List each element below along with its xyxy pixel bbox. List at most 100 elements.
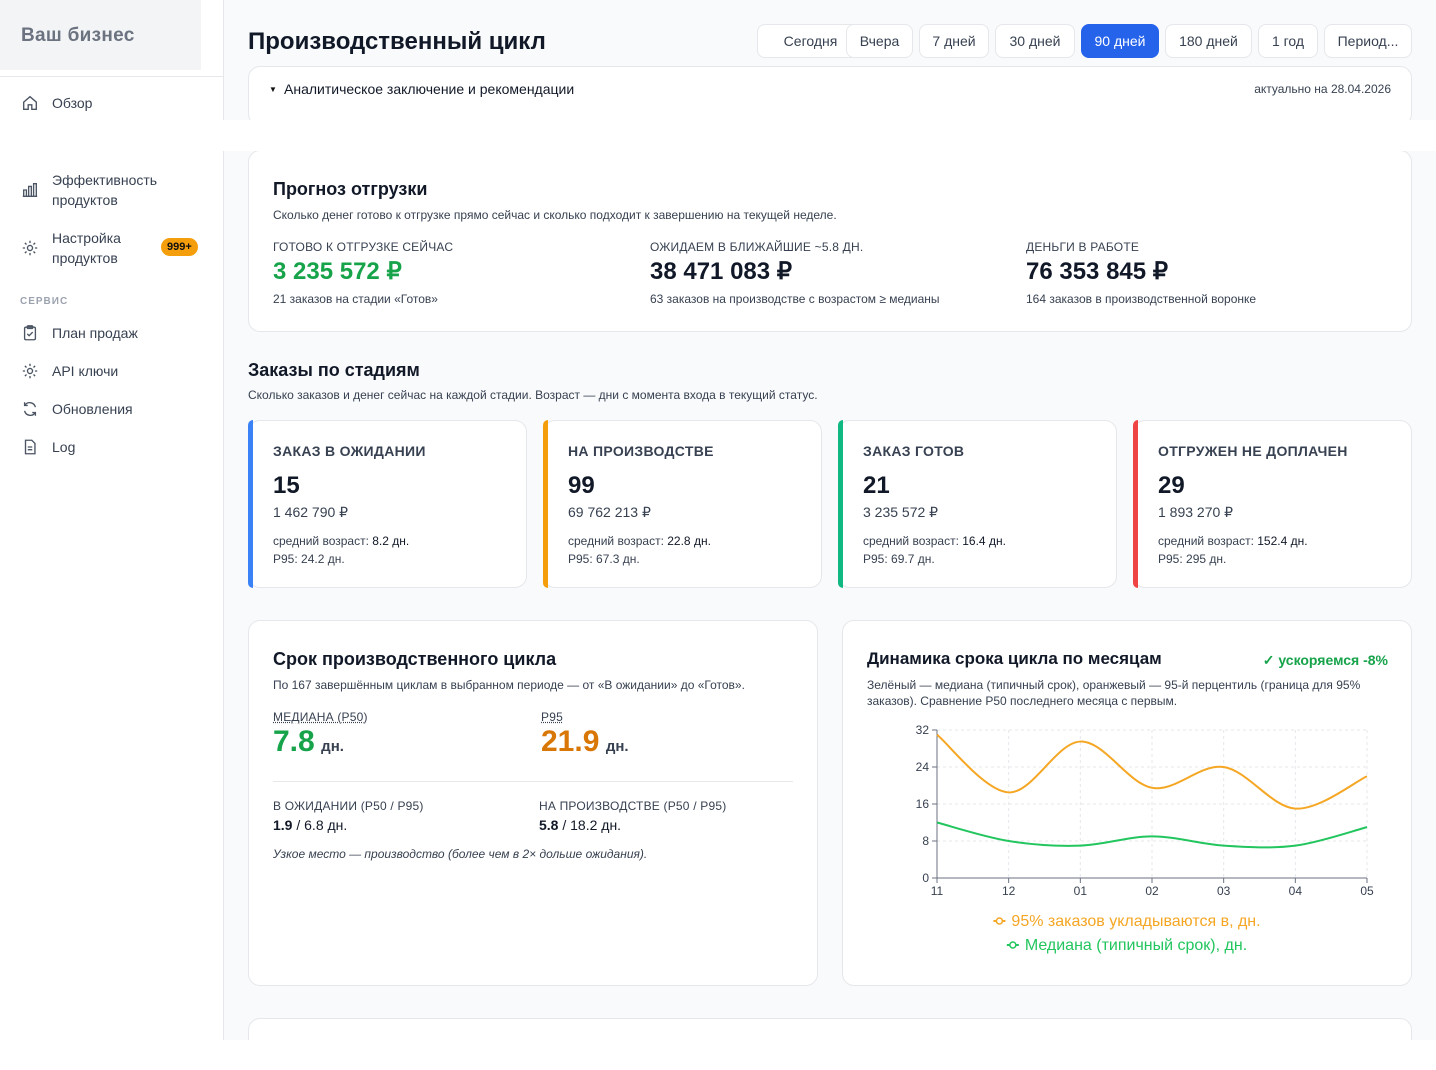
sidebar-item-overview[interactable]: Обзор — [0, 92, 224, 114]
stage-p95: P95: 24.2 дн. — [273, 552, 345, 566]
section-title: Заказы по стадиям — [248, 360, 420, 381]
disclosure-triangle-icon: ▼ — [269, 85, 277, 94]
stage-color-bar — [838, 420, 843, 588]
screenshot-gap — [0, 120, 1436, 151]
median-unit: дн. — [321, 738, 344, 755]
production-label: НА ПРОИЗВОДСТВЕ (P50 / P95) — [539, 799, 726, 813]
median-metric: 7.8 дн. — [273, 725, 344, 759]
age-value: 22.8 дн. — [667, 534, 711, 548]
card-title: Срок производственного цикла — [273, 649, 556, 670]
median-label[interactable]: МЕДИАНА (P50) — [273, 710, 368, 724]
kpi-note: 21 заказов на стадии «Готов» — [273, 292, 438, 306]
legend-item[interactable]: 95% заказов укладываются в, дн. — [993, 913, 1260, 930]
stage-name: НА ПРОИЗВОДСТВЕ — [568, 443, 714, 459]
shipment-forecast-card: Прогноз отгрузки Сколько денег готово к … — [248, 150, 1412, 332]
period-custom-button[interactable]: Период... — [1324, 24, 1412, 58]
p95-label[interactable]: P95 — [541, 710, 563, 724]
x-tick-label: 01 — [1074, 884, 1088, 898]
card-title: Прогноз отгрузки — [273, 179, 427, 200]
waiting-label: В ОЖИДАНИИ (P50 / P95) — [273, 799, 424, 813]
p95-metric: 21.9 дн. — [541, 725, 629, 759]
stage-p95: P95: 67.3 дн. — [568, 552, 640, 566]
sidebar-item-api-keys[interactable]: API ключи — [0, 360, 224, 382]
median-value: 7.8 — [273, 725, 315, 758]
sidebar-item-product-efficiency[interactable]: Эффективность продуктов — [0, 170, 224, 210]
period-180days-button[interactable]: 180 дней — [1165, 24, 1252, 58]
sidebar-item-log[interactable]: Log — [0, 436, 224, 458]
sidebar-item-updates[interactable]: Обновления — [0, 398, 224, 420]
waiting-values: 1.9 / 6.8 дн. — [273, 817, 347, 833]
kpi-label: ДЕНЬГИ В РАБОТЕ — [1026, 240, 1139, 254]
kpi-value: 76 353 845 ₽ — [1026, 257, 1168, 286]
section-subtitle: Сколько заказов и денег сейчас на каждой… — [248, 388, 818, 402]
legend-label: Медиана (типичный срок), дн. — [1025, 937, 1247, 954]
stage-p95: P95: 69.7 дн. — [863, 552, 935, 566]
p95-unit: дн. — [606, 738, 629, 755]
x-tick-label: 03 — [1217, 884, 1231, 898]
age-prefix: средний возраст: — [863, 534, 962, 548]
sidebar-item-label: Эффективность продуктов — [52, 170, 157, 210]
stage-name: ЗАКАЗ ГОТОВ — [863, 443, 964, 459]
legend-item[interactable]: Медиана (типичный срок), дн. — [1007, 937, 1247, 954]
stage-card-production: НА ПРОИЗВОДСТВЕ 99 69 762 213 ₽ средний … — [543, 420, 822, 588]
legend-label: 95% заказов укладываются в, дн. — [1011, 913, 1260, 930]
x-tick-label: 02 — [1145, 884, 1159, 898]
brand-logo[interactable]: Ваш бизнес — [0, 0, 201, 70]
home-icon — [21, 94, 39, 112]
brand-name: Ваш бизнес — [21, 25, 135, 47]
kpi-note: 164 заказов в производственной воронке — [1026, 292, 1256, 306]
sidebar-item-sales-plan[interactable]: План продаж — [0, 322, 224, 344]
screenshot-gap — [0, 1040, 1436, 1070]
x-tick-label: 05 — [1360, 884, 1374, 898]
age-value: 16.4 дн. — [962, 534, 1006, 548]
stage-card-waiting: ЗАКАЗ В ОЖИДАНИИ 15 1 462 790 ₽ средний … — [248, 420, 527, 588]
x-tick-label: 12 — [1002, 884, 1016, 898]
stage-card-ready: ЗАКАЗ ГОТОВ 21 3 235 572 ₽ средний возра… — [838, 420, 1117, 588]
kpi-label: ОЖИДАЕМ В БЛИЖАЙШИЕ ~5.8 ДН. — [650, 240, 863, 254]
cycle-duration-card: Срок производственного цикла По 167 заве… — [248, 620, 818, 986]
stage-amount: 1 462 790 ₽ — [273, 504, 348, 521]
period-7days-button[interactable]: 7 дней — [919, 24, 989, 58]
stage-card-shipped-unpaid: ОТГРУЖЕН НЕ ДОПЛАЧЕН 29 1 893 270 ₽ сред… — [1133, 420, 1412, 588]
stage-count: 99 — [568, 472, 595, 500]
stage-avg-age: средний возраст: 16.4 дн. — [863, 534, 1006, 548]
sidebar-item-label: API ключи — [52, 361, 118, 381]
x-tick-label: 04 — [1289, 884, 1303, 898]
stage-p95: P95: 295 дн. — [1158, 552, 1226, 566]
gear-icon — [21, 362, 39, 380]
stage-color-bar — [248, 420, 253, 588]
clipboard-icon — [21, 324, 39, 342]
stage-amount: 3 235 572 ₽ — [863, 504, 938, 521]
waiting-p50: 1.9 — [273, 817, 292, 833]
y-tick-label: 8 — [922, 834, 929, 848]
stage-name: ЗАКАЗ В ОЖИДАНИИ — [273, 443, 426, 459]
stage-color-bar — [543, 420, 548, 588]
period-yesterday-button[interactable]: Вчера — [846, 24, 913, 58]
analytics-summary-collapsible[interactable]: ▼ Аналитическое заключение и рекомендаци… — [248, 66, 1412, 126]
legend-swatch-marker — [996, 918, 1002, 924]
sidebar-item-product-settings[interactable]: Настройка продуктов 999+ — [0, 228, 224, 268]
period-30days-button[interactable]: 30 дней — [995, 24, 1075, 58]
count-badge: 999+ — [161, 238, 198, 256]
document-icon — [21, 438, 39, 456]
kpi-note: 63 заказов на производстве с возрастом ≥… — [650, 292, 940, 306]
stage-color-bar — [1133, 420, 1138, 588]
bottleneck-note: Узкое место — производство (более чем в … — [273, 847, 647, 861]
gear-icon — [21, 239, 39, 257]
stage-amount: 1 893 270 ₽ — [1158, 504, 1233, 521]
production-p95: / 18.2 дн. — [558, 817, 621, 833]
analytics-date: актуально на 28.04.2026 — [1254, 82, 1391, 96]
period-90days-button[interactable]: 90 дней — [1081, 24, 1159, 58]
age-prefix: средний возраст: — [273, 534, 372, 548]
stage-count: 29 — [1158, 472, 1185, 500]
sidebar-item-label: План продаж — [52, 323, 138, 343]
sidebar-item-label: Обновления — [52, 399, 133, 419]
stage-avg-age: средний возраст: 8.2 дн. — [273, 534, 409, 548]
stage-avg-age: средний возраст: 22.8 дн. — [568, 534, 711, 548]
period-1year-button[interactable]: 1 год — [1258, 24, 1318, 58]
analytics-title: Аналитическое заключение и рекомендации — [284, 81, 574, 97]
y-tick-label: 24 — [916, 760, 930, 774]
page-title: Производственный цикл — [248, 28, 546, 56]
stage-count: 15 — [273, 472, 300, 500]
sidebar-section-title: СЕРВИС — [20, 296, 68, 307]
